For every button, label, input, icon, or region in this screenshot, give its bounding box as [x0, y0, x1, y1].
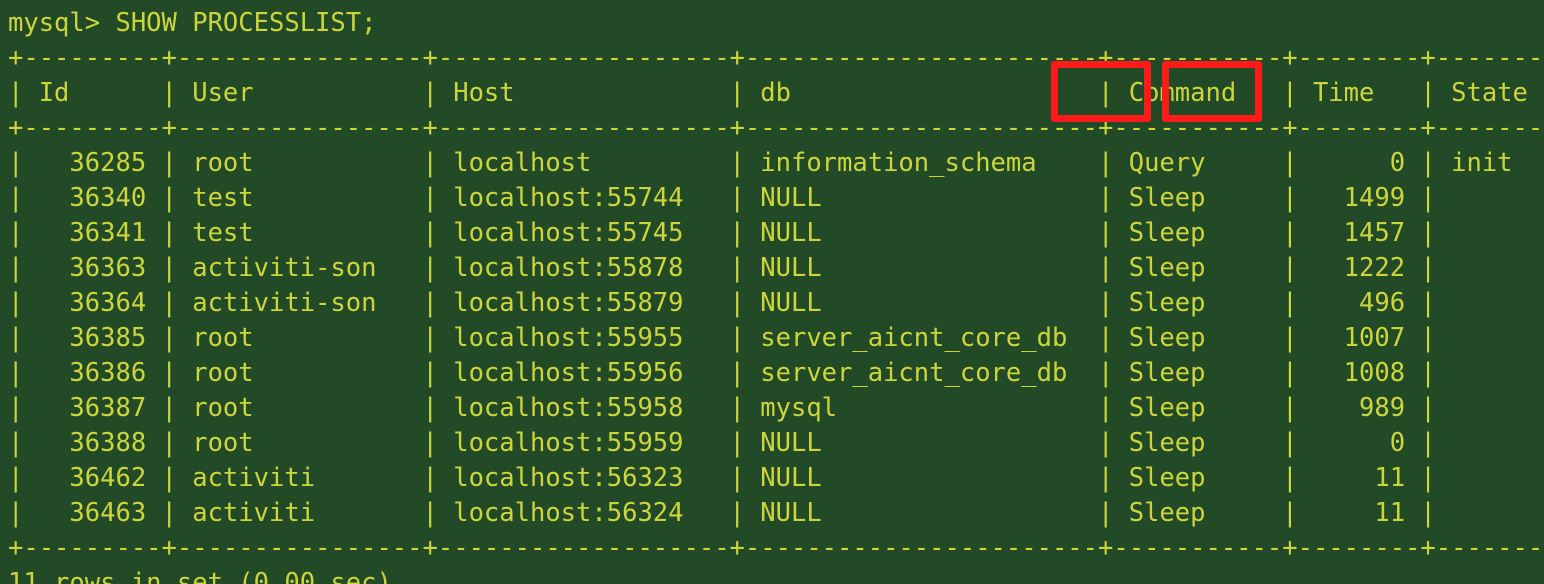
terminal-output[interactable]: mysql> SHOW PROCESSLIST; +---------+----… — [8, 6, 1544, 584]
terminal-window: mysql> SHOW PROCESSLIST; +---------+----… — [0, 0, 1544, 584]
